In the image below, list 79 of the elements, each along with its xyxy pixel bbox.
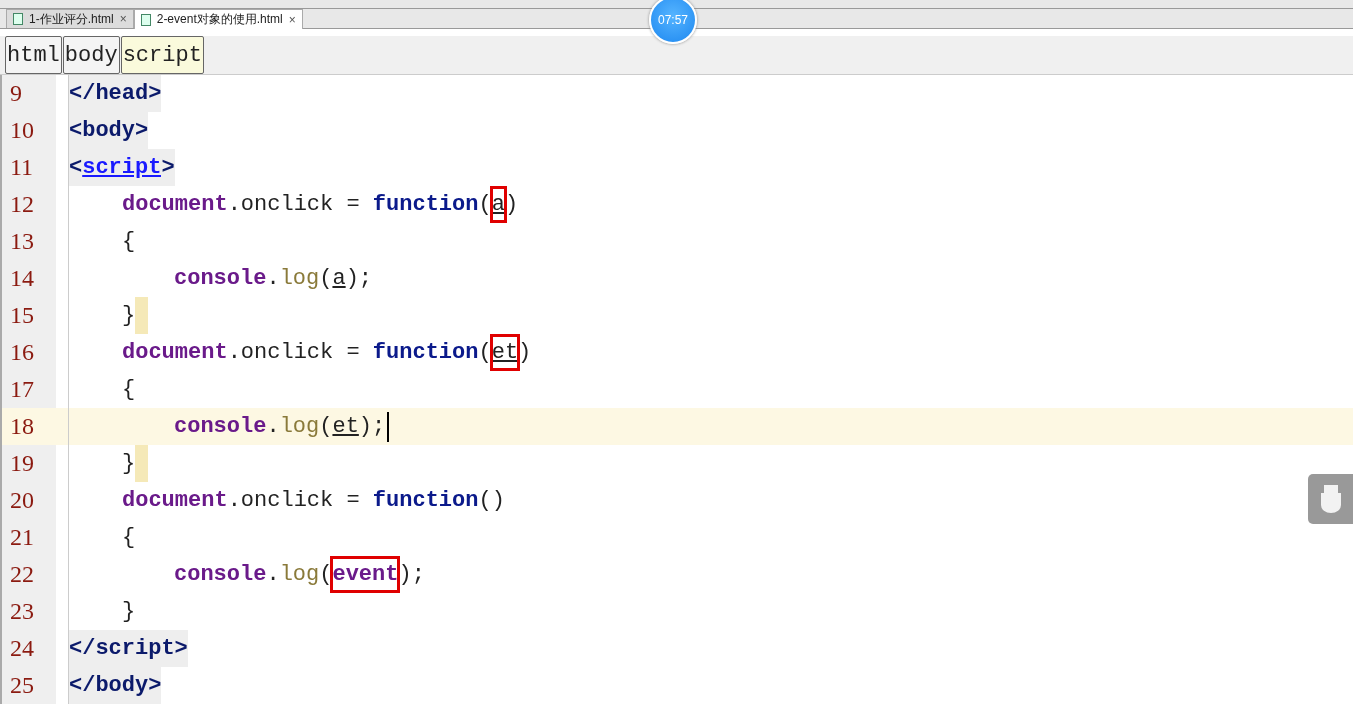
line-number: 13 [0,223,56,260]
code-text: { [122,229,136,254]
html-file-icon [140,13,151,26]
line-number: 16 [0,334,56,371]
code-text: } [122,599,136,624]
code-text: } [122,451,136,476]
line-number: 21 [0,519,56,556]
code-text: function [372,192,479,217]
line-number: 17 [0,371,56,408]
line-number: 14 [0,260,56,297]
code-text: ); [358,414,386,439]
code-text: console [174,414,267,439]
code-text: ) [504,192,519,217]
breadcrumb-item[interactable]: script [120,36,204,74]
code-text: ) [518,340,532,365]
code-text: log [279,562,320,587]
close-icon[interactable]: × [288,12,296,27]
code-text: a [332,266,346,291]
code-text: ( [319,414,333,439]
code-text: et [332,414,359,439]
code-text: .onclick = [227,488,361,513]
code-text: document [122,192,228,217]
code-text: ); [345,266,373,291]
code-text: } [122,303,136,328]
code-text: function [372,340,479,365]
line-number: 12 [0,186,56,223]
code-text: function [372,488,479,513]
line-number: 9 [0,75,56,112]
code-text: .onclick = [227,192,361,217]
code-text: </body> [69,667,162,704]
line-number: 20 [0,482,56,519]
usb-icon [1319,485,1342,513]
code-text: </head> [69,75,162,112]
line-number: 15 [0,297,56,334]
code-text: document [122,340,228,365]
breadcrumb-item[interactable]: body [62,36,120,74]
brace-match-highlight [135,445,149,482]
code-text: document [122,488,228,513]
code-text: > [161,149,175,186]
html-file-icon [13,13,23,26]
code-text: ); [398,562,425,587]
code-text: console [174,562,267,587]
tab-label: 1-作业评分.html [29,10,114,28]
code-text: < [69,149,83,186]
code-text: log [279,266,320,291]
breadcrumb-item[interactable]: html [5,36,62,74]
code-text: ( [478,340,492,365]
code-text: { [122,377,136,402]
file-tab[interactable]: 1-作业评分.html × [6,9,134,28]
file-tab[interactable]: 2-event对象的使用.html × [133,9,303,29]
code-text: log [279,414,320,439]
code-text: script [82,149,162,186]
code-text: ( [478,192,492,217]
highlighted-code: a [491,188,505,221]
code-text: <body> [69,112,149,149]
code-text: ( [319,266,333,291]
line-number: 22 [0,556,56,593]
highlighted-code: event [332,558,399,591]
floating-button[interactable] [1308,474,1353,524]
code-text: console [174,266,267,291]
code-text: </script> [69,630,188,667]
tab-label: 2-event对象的使用.html [156,11,283,29]
line-number: 23 [0,593,56,630]
code-text: . [266,414,280,439]
brace-match-highlight [135,297,149,334]
line-number: 10 [0,112,56,149]
line-number: 11 [0,149,56,186]
code-text: { [122,525,136,550]
code-text: () [478,488,505,513]
line-number: 19 [0,445,56,482]
code-text: . [266,266,280,291]
code-text: . [266,562,280,587]
close-icon[interactable]: × [119,12,127,27]
line-number: 24 [0,630,56,667]
highlighted-code: et [491,336,519,369]
text-cursor [387,411,390,442]
code-text: .onclick = [227,340,361,365]
code-text: ( [319,562,333,587]
line-number: 25 [0,667,56,704]
